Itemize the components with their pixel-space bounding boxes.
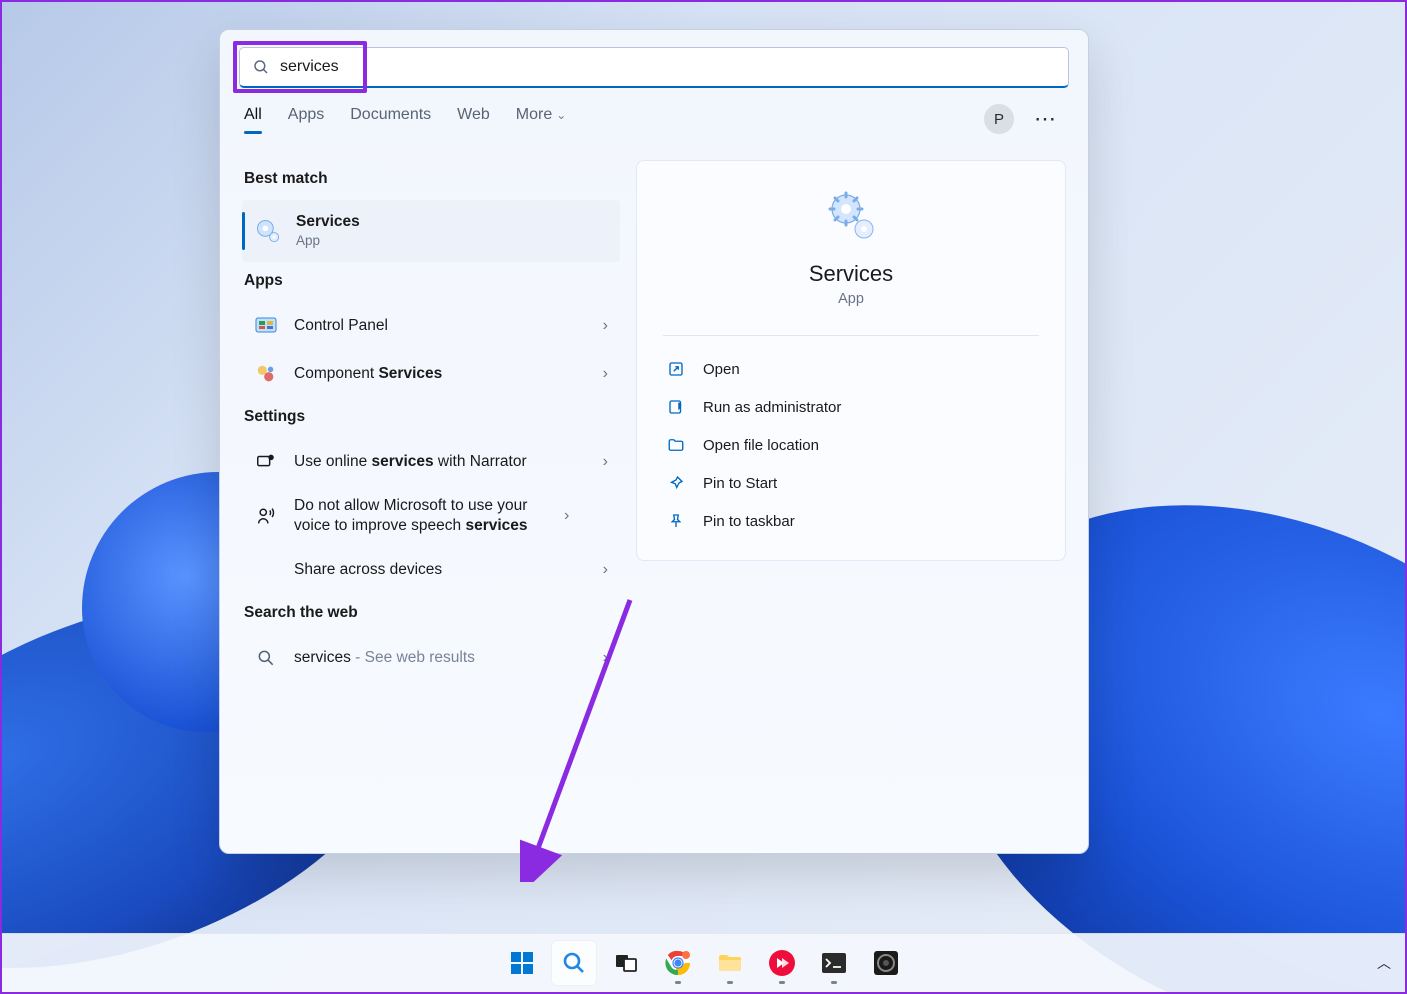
tab-all[interactable]: All: [244, 106, 262, 132]
action-open-location[interactable]: Open file location: [663, 426, 1039, 464]
taskbar-search-button[interactable]: [551, 940, 597, 986]
chevron-down-icon: ⌄: [556, 108, 566, 122]
section-title-web: Search the web: [244, 604, 620, 622]
taskbar-terminal[interactable]: [811, 940, 857, 986]
more-options-button[interactable]: ⋯: [1028, 104, 1064, 134]
open-icon: [665, 358, 687, 380]
app-result-control-panel[interactable]: Control Panel ›: [242, 302, 620, 350]
shield-icon: [665, 396, 687, 418]
action-open[interactable]: Open: [663, 350, 1039, 388]
taskbar: ︿: [2, 933, 1405, 992]
setting-result-speech[interactable]: Do not allow Microsoft to use your voice…: [242, 486, 620, 546]
results-column: Best match Services App Apps Control Pan…: [220, 144, 620, 853]
narrator-icon: [252, 448, 280, 476]
web-result[interactable]: services - See web results ›: [242, 634, 620, 682]
search-icon: [252, 58, 270, 76]
detail-pane: Services App Open Run as administrator O…: [636, 160, 1066, 561]
user-avatar[interactable]: P: [984, 104, 1014, 134]
section-title-apps: Apps: [244, 272, 620, 290]
best-match-result[interactable]: Services App: [242, 200, 620, 262]
search-icon: [252, 644, 280, 672]
taskbar-file-explorer[interactable]: [707, 940, 753, 986]
action-pin-taskbar[interactable]: Pin to taskbar: [663, 502, 1039, 540]
taskbar-anydesk[interactable]: [759, 940, 805, 986]
chevron-right-icon: ›: [603, 365, 608, 383]
section-title-settings: Settings: [244, 408, 620, 426]
blank-icon: [252, 556, 280, 584]
best-match-name: Services: [296, 212, 608, 232]
app-result-component-services[interactable]: Component Services ›: [242, 350, 620, 398]
section-title-best-match: Best match: [244, 170, 620, 188]
taskbar-start-button[interactable]: [499, 940, 545, 986]
chevron-right-icon: ›: [603, 561, 608, 579]
search-input[interactable]: [280, 58, 1056, 76]
chevron-right-icon: ›: [603, 317, 608, 335]
chevron-right-icon: ›: [603, 649, 608, 667]
tab-apps[interactable]: Apps: [288, 106, 324, 132]
taskbar-obs[interactable]: [863, 940, 909, 986]
search-box[interactable]: [239, 47, 1069, 88]
control-panel-icon: [252, 312, 280, 340]
taskbar-task-view-button[interactable]: [603, 940, 649, 986]
services-icon: [254, 217, 282, 245]
pin-icon: [665, 510, 687, 532]
best-match-type: App: [296, 232, 608, 250]
action-run-admin[interactable]: Run as administrator: [663, 388, 1039, 426]
pin-icon: [665, 472, 687, 494]
tab-web[interactable]: Web: [457, 106, 490, 132]
taskbar-chrome[interactable]: [655, 940, 701, 986]
taskbar-show-hidden-icons[interactable]: ︿: [1377, 953, 1391, 973]
tab-documents[interactable]: Documents: [350, 106, 431, 132]
action-pin-start[interactable]: Pin to Start: [663, 464, 1039, 502]
folder-icon: [665, 434, 687, 456]
tab-more[interactable]: More⌄: [516, 106, 567, 132]
detail-subtitle: App: [663, 291, 1039, 307]
chevron-right-icon: ›: [603, 453, 608, 471]
setting-result-narrator[interactable]: Use online services with Narrator ›: [242, 438, 620, 486]
component-services-icon: [252, 360, 280, 388]
detail-title: Services: [663, 261, 1039, 287]
services-icon-large: [824, 189, 878, 243]
chevron-right-icon: ›: [564, 507, 569, 525]
speech-icon: [252, 502, 280, 530]
setting-result-share[interactable]: Share across devices ›: [242, 546, 620, 594]
filter-tabs: All Apps Documents Web More⌄: [244, 106, 984, 132]
divider: [663, 335, 1039, 336]
search-flyout: All Apps Documents Web More⌄ P ⋯ Best ma…: [219, 29, 1089, 854]
